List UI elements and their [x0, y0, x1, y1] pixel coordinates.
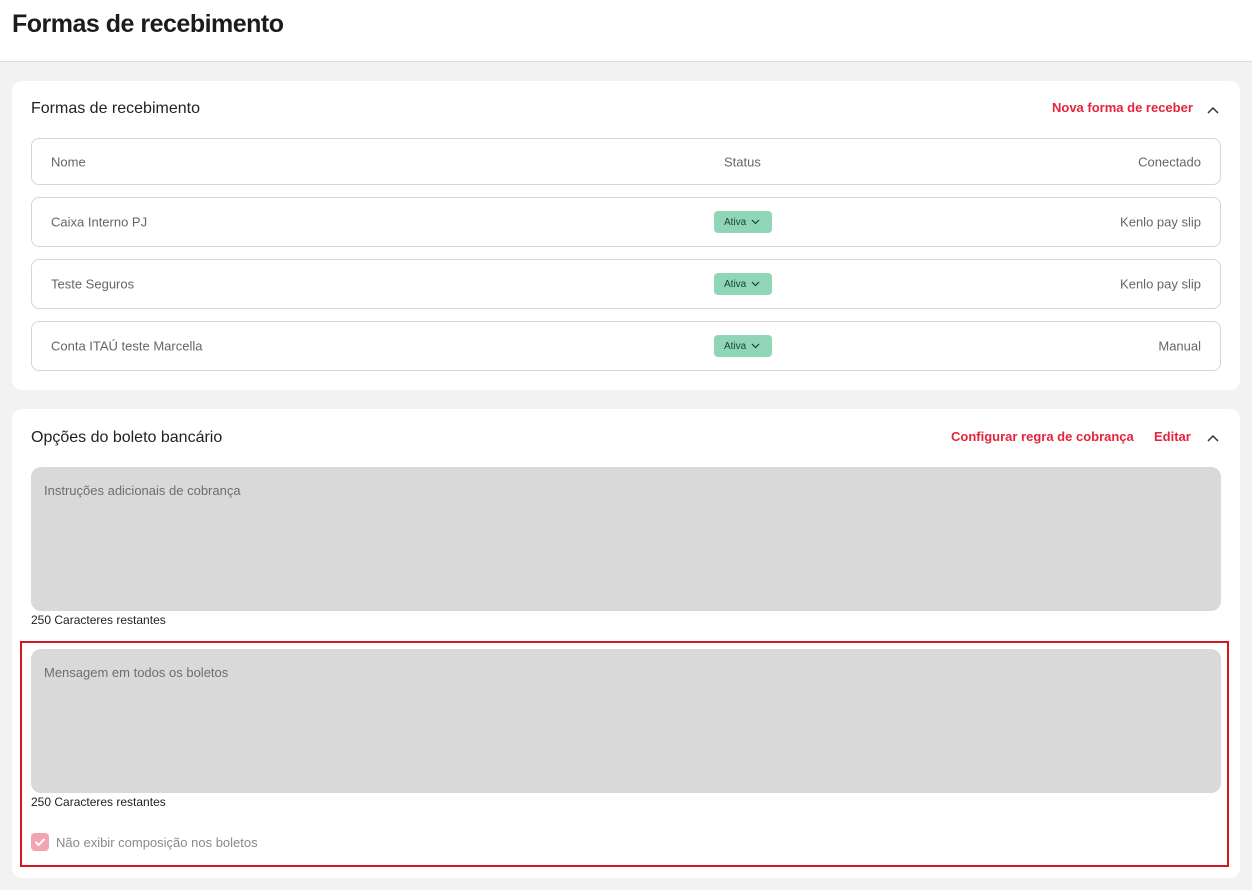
message-textarea[interactable]: Mensagem em todos os boletos	[31, 649, 1221, 793]
edit-link[interactable]: Editar	[1154, 429, 1191, 444]
hide-composition-checkbox[interactable]	[31, 833, 49, 851]
instructions-char-counter: 250 Caracteres restantes	[31, 613, 166, 627]
table-row[interactable]: Conta ITAÚ teste Marcella Ativa Manual	[31, 321, 1221, 371]
message-placeholder: Mensagem em todos os boletos	[44, 665, 229, 680]
instructions-placeholder: Instruções adicionais de cobrança	[44, 483, 241, 498]
page-title: Formas de recebimento	[12, 10, 284, 38]
receiving-methods-card: Formas de recebimento Nova forma de rece…	[12, 81, 1240, 390]
message-char-counter: 250 Caracteres restantes	[31, 795, 166, 809]
row-name: Caixa Interno PJ	[51, 214, 148, 230]
status-dropdown[interactable]: Ativa	[714, 335, 772, 357]
status-label: Ativa	[724, 278, 747, 290]
configure-billing-rule-link[interactable]: Configurar regra de cobrança	[951, 429, 1134, 444]
status-badge[interactable]: Ativa	[714, 273, 772, 295]
status-badge[interactable]: Ativa	[714, 335, 772, 357]
status-dropdown[interactable]: Ativa	[714, 211, 772, 233]
row-connected: Kenlo pay slip	[1120, 276, 1201, 292]
chevron-down-icon	[751, 219, 760, 225]
new-receiving-method-link[interactable]: Nova forma de receber	[1052, 100, 1193, 115]
table-row[interactable]: Caixa Interno PJ Ativa Kenlo pay slip	[31, 197, 1221, 247]
hide-composition-label: Não exibir composição nos boletos	[56, 834, 258, 850]
status-dropdown[interactable]: Ativa	[714, 273, 772, 295]
chevron-down-icon	[751, 281, 760, 287]
receiving-methods-title: Formas de recebimento	[31, 100, 200, 117]
table-header: Nome Status Conectado	[31, 138, 1221, 185]
instructions-textarea[interactable]: Instruções adicionais de cobrança	[31, 467, 1221, 611]
page-header: Formas de recebimento	[0, 0, 1252, 62]
row-name: Teste Seguros	[51, 276, 135, 292]
status-label: Ativa	[724, 340, 747, 352]
status-label: Ativa	[724, 216, 747, 228]
row-name: Conta ITAÚ teste Marcella	[51, 338, 203, 354]
column-header-connected: Conectado	[1138, 154, 1201, 169]
boleto-options-card: Opções do boleto bancário Configurar reg…	[12, 409, 1240, 878]
status-badge[interactable]: Ativa	[714, 211, 772, 233]
column-header-status: Status	[724, 154, 761, 169]
row-connected: Manual	[1158, 338, 1201, 354]
row-connected: Kenlo pay slip	[1120, 214, 1201, 230]
hide-composition-option[interactable]: Não exibir composição nos boletos	[31, 833, 258, 851]
chevron-up-icon[interactable]	[1206, 103, 1220, 117]
column-header-name: Nome	[51, 154, 86, 169]
chevron-up-icon[interactable]	[1206, 431, 1220, 445]
check-icon	[34, 838, 46, 847]
table-row[interactable]: Teste Seguros Ativa Kenlo pay slip	[31, 259, 1221, 309]
boleto-options-title: Opções do boleto bancário	[31, 429, 223, 446]
chevron-down-icon	[751, 343, 760, 349]
